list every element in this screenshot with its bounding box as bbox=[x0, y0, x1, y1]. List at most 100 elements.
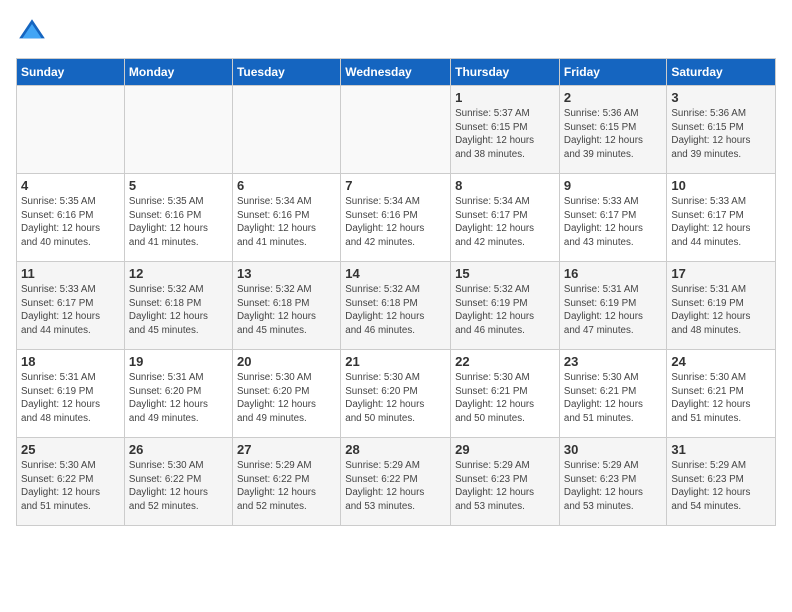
day-info: Sunrise: 5:32 AM Sunset: 6:18 PM Dayligh… bbox=[129, 283, 228, 338]
calendar-cell: 6Sunrise: 5:34 AM Sunset: 6:16 PM Daylig… bbox=[232, 174, 340, 262]
day-number: 16 bbox=[564, 266, 662, 281]
day-info: Sunrise: 5:29 AM Sunset: 6:23 PM Dayligh… bbox=[455, 459, 555, 514]
day-header-thursday: Thursday bbox=[451, 59, 560, 86]
calendar-week-row: 4 Sunrise: 5:35 AM Sunset: 6:16 PM Daylig… bbox=[17, 174, 776, 262]
calendar-cell: 26 Sunrise: 5:30 AM Sunset: 6:22 PM Dayli… bbox=[124, 438, 232, 526]
day-info: Sunrise: 5:29 AM Sunset: 6:22 PM Dayligh… bbox=[237, 459, 336, 514]
day-number: 11 bbox=[21, 266, 120, 281]
calendar-week-row: 1 Sunrise: 5:37 AM Sunset: 6:15 PM Daylig… bbox=[17, 86, 776, 174]
day-number: 15 bbox=[455, 266, 555, 281]
day-info: Sunrise: 5:30 AM Sunset: 6:22 PM Dayligh… bbox=[21, 459, 120, 514]
calendar-cell: 23Sunrise: 5:30 AM Sunset: 6:21 PM Dayli… bbox=[559, 350, 666, 438]
day-info: Sunrise: 5:33 AM Sunset: 6:17 PM Dayligh… bbox=[671, 195, 771, 250]
day-info: Sunrise: 5:34 AM Sunset: 6:17 PM Dayligh… bbox=[455, 195, 555, 250]
calendar-cell: 22Sunrise: 5:30 AM Sunset: 6:21 PM Dayli… bbox=[451, 350, 560, 438]
day-number: 28 bbox=[345, 442, 446, 457]
day-number: 18 bbox=[21, 354, 120, 369]
day-info: Sunrise: 5:30 AM Sunset: 6:21 PM Dayligh… bbox=[671, 371, 771, 426]
calendar-cell bbox=[341, 86, 451, 174]
day-number: 13 bbox=[237, 266, 336, 281]
day-info: Sunrise: 5:30 AM Sunset: 6:20 PM Dayligh… bbox=[237, 371, 336, 426]
calendar-cell: 13Sunrise: 5:32 AM Sunset: 6:18 PM Dayli… bbox=[232, 262, 340, 350]
day-info: Sunrise: 5:30 AM Sunset: 6:20 PM Dayligh… bbox=[345, 371, 446, 426]
day-info: Sunrise: 5:31 AM Sunset: 6:19 PM Dayligh… bbox=[564, 283, 662, 338]
day-header-saturday: Saturday bbox=[667, 59, 776, 86]
calendar-cell: 14Sunrise: 5:32 AM Sunset: 6:18 PM Dayli… bbox=[341, 262, 451, 350]
day-number: 3 bbox=[671, 90, 771, 105]
calendar-week-row: 11 Sunrise: 5:33 AM Sunset: 6:17 PM Dayli… bbox=[17, 262, 776, 350]
day-number: 4 bbox=[21, 178, 120, 193]
calendar-cell: 30Sunrise: 5:29 AM Sunset: 6:23 PM Dayli… bbox=[559, 438, 666, 526]
day-info: Sunrise: 5:32 AM Sunset: 6:19 PM Dayligh… bbox=[455, 283, 555, 338]
day-info: Sunrise: 5:33 AM Sunset: 6:17 PM Dayligh… bbox=[564, 195, 662, 250]
day-info: Sunrise: 5:30 AM Sunset: 6:22 PM Dayligh… bbox=[129, 459, 228, 514]
calendar-cell: 16 Sunrise: 5:31 AM Sunset: 6:19 PM Dayli… bbox=[559, 262, 666, 350]
day-number: 30 bbox=[564, 442, 662, 457]
day-info: Sunrise: 5:34 AM Sunset: 6:16 PM Dayligh… bbox=[237, 195, 336, 250]
calendar-cell: 7 Sunrise: 5:34 AM Sunset: 6:16 PM Daylig… bbox=[341, 174, 451, 262]
day-header-tuesday: Tuesday bbox=[232, 59, 340, 86]
calendar-cell: 12 Sunrise: 5:32 AM Sunset: 6:18 PM Dayli… bbox=[124, 262, 232, 350]
calendar-cell bbox=[124, 86, 232, 174]
day-info: Sunrise: 5:34 AM Sunset: 6:16 PM Dayligh… bbox=[345, 195, 446, 250]
day-number: 24 bbox=[671, 354, 771, 369]
calendar-cell bbox=[232, 86, 340, 174]
calendar-cell: 11 Sunrise: 5:33 AM Sunset: 6:17 PM Dayli… bbox=[17, 262, 125, 350]
day-info: Sunrise: 5:31 AM Sunset: 6:20 PM Dayligh… bbox=[129, 371, 228, 426]
calendar-cell: 21 Sunrise: 5:30 AM Sunset: 6:20 PM Dayli… bbox=[341, 350, 451, 438]
calendar-cell: 2 Sunrise: 5:36 AM Sunset: 6:15 PM Daylig… bbox=[559, 86, 666, 174]
day-number: 12 bbox=[129, 266, 228, 281]
day-number: 29 bbox=[455, 442, 555, 457]
calendar-week-row: 18 Sunrise: 5:31 AM Sunset: 6:19 PM Dayli… bbox=[17, 350, 776, 438]
day-number: 1 bbox=[455, 90, 555, 105]
calendar-header-row: SundayMondayTuesdayWednesdayThursdayFrid… bbox=[17, 59, 776, 86]
calendar-cell bbox=[17, 86, 125, 174]
day-header-sunday: Sunday bbox=[17, 59, 125, 86]
calendar-cell: 10 Sunrise: 5:33 AM Sunset: 6:17 PM Dayli… bbox=[667, 174, 776, 262]
day-number: 10 bbox=[671, 178, 771, 193]
calendar-cell: 29 Sunrise: 5:29 AM Sunset: 6:23 PM Dayli… bbox=[451, 438, 560, 526]
day-number: 7 bbox=[345, 178, 446, 193]
calendar-cell: 17Sunrise: 5:31 AM Sunset: 6:19 PM Dayli… bbox=[667, 262, 776, 350]
day-number: 14 bbox=[345, 266, 446, 281]
day-number: 31 bbox=[671, 442, 771, 457]
calendar-cell: 8Sunrise: 5:34 AM Sunset: 6:17 PM Daylig… bbox=[451, 174, 560, 262]
day-number: 2 bbox=[564, 90, 662, 105]
day-header-monday: Monday bbox=[124, 59, 232, 86]
calendar-cell: 15 Sunrise: 5:32 AM Sunset: 6:19 PM Dayli… bbox=[451, 262, 560, 350]
day-number: 22 bbox=[455, 354, 555, 369]
day-header-wednesday: Wednesday bbox=[341, 59, 451, 86]
day-number: 19 bbox=[129, 354, 228, 369]
page-header bbox=[16, 16, 776, 48]
day-info: Sunrise: 5:33 AM Sunset: 6:17 PM Dayligh… bbox=[21, 283, 120, 338]
day-number: 25 bbox=[21, 442, 120, 457]
day-info: Sunrise: 5:35 AM Sunset: 6:16 PM Dayligh… bbox=[129, 195, 228, 250]
logo bbox=[16, 16, 52, 48]
calendar-cell: 25 Sunrise: 5:30 AM Sunset: 6:22 PM Dayli… bbox=[17, 438, 125, 526]
day-number: 20 bbox=[237, 354, 336, 369]
day-info: Sunrise: 5:30 AM Sunset: 6:21 PM Dayligh… bbox=[564, 371, 662, 426]
day-number: 9 bbox=[564, 178, 662, 193]
calendar-cell: 28 Sunrise: 5:29 AM Sunset: 6:22 PM Dayli… bbox=[341, 438, 451, 526]
calendar-cell: 18 Sunrise: 5:31 AM Sunset: 6:19 PM Dayli… bbox=[17, 350, 125, 438]
calendar-cell: 1 Sunrise: 5:37 AM Sunset: 6:15 PM Daylig… bbox=[451, 86, 560, 174]
logo-icon bbox=[16, 16, 48, 48]
calendar-cell: 4 Sunrise: 5:35 AM Sunset: 6:16 PM Daylig… bbox=[17, 174, 125, 262]
calendar-table: SundayMondayTuesdayWednesdayThursdayFrid… bbox=[16, 58, 776, 526]
day-number: 26 bbox=[129, 442, 228, 457]
day-info: Sunrise: 5:37 AM Sunset: 6:15 PM Dayligh… bbox=[455, 107, 555, 162]
day-info: Sunrise: 5:35 AM Sunset: 6:16 PM Dayligh… bbox=[21, 195, 120, 250]
calendar-cell: 3Sunrise: 5:36 AM Sunset: 6:15 PM Daylig… bbox=[667, 86, 776, 174]
day-number: 21 bbox=[345, 354, 446, 369]
calendar-cell: 24 Sunrise: 5:30 AM Sunset: 6:21 PM Dayli… bbox=[667, 350, 776, 438]
day-number: 17 bbox=[671, 266, 771, 281]
day-info: Sunrise: 5:29 AM Sunset: 6:23 PM Dayligh… bbox=[671, 459, 771, 514]
day-info: Sunrise: 5:29 AM Sunset: 6:22 PM Dayligh… bbox=[345, 459, 446, 514]
calendar-cell: 9 Sunrise: 5:33 AM Sunset: 6:17 PM Daylig… bbox=[559, 174, 666, 262]
calendar-week-row: 25 Sunrise: 5:30 AM Sunset: 6:22 PM Dayli… bbox=[17, 438, 776, 526]
day-info: Sunrise: 5:31 AM Sunset: 6:19 PM Dayligh… bbox=[21, 371, 120, 426]
calendar-cell: 5Sunrise: 5:35 AM Sunset: 6:16 PM Daylig… bbox=[124, 174, 232, 262]
day-info: Sunrise: 5:36 AM Sunset: 6:15 PM Dayligh… bbox=[564, 107, 662, 162]
day-header-friday: Friday bbox=[559, 59, 666, 86]
calendar-cell: 20 Sunrise: 5:30 AM Sunset: 6:20 PM Dayli… bbox=[232, 350, 340, 438]
